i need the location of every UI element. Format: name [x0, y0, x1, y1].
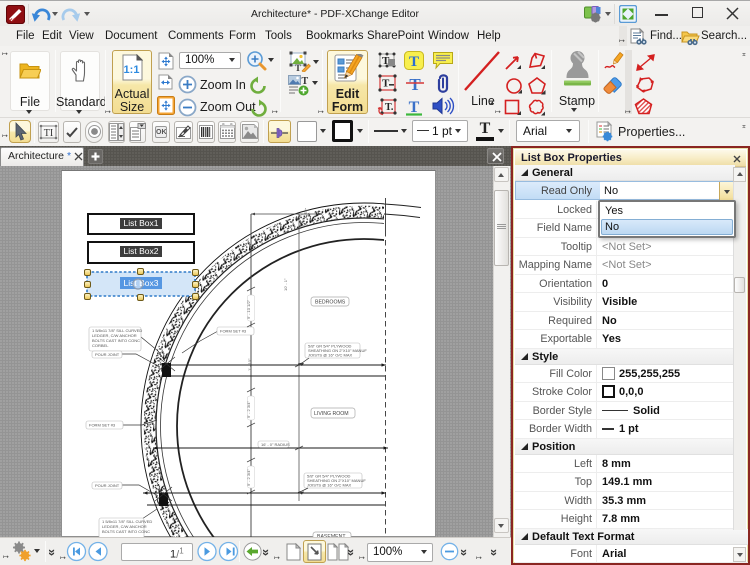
svg-text:10' - 1": 10' - 1" [283, 278, 288, 291]
svg-text:LIVING ROOM: LIVING ROOM [314, 411, 349, 417]
svg-text:T: T [382, 78, 390, 90]
svg-text:9' - 2 3/4": 9' - 2 3/4" [246, 469, 251, 486]
svg-text:1' - 10": 1' - 10" [247, 358, 252, 371]
svg-text:T: T [409, 54, 419, 70]
svg-text:POUR JOINT: POUR JOINT [95, 483, 120, 488]
svg-text:9' - 10 1/2": 9' - 10 1/2" [246, 299, 251, 319]
svg-text:BEDROOMS: BEDROOMS [315, 300, 346, 306]
svg-text:9' - 2 3/4": 9' - 2 3/4" [246, 401, 251, 418]
svg-text:FORM SET #3: FORM SET #3 [89, 423, 116, 428]
svg-text:POUR JOINT: POUR JOINT [95, 352, 120, 357]
svg-text:T: T [409, 75, 421, 93]
svg-text:16' - 0" RADIUS: 16' - 0" RADIUS [261, 442, 290, 447]
svg-text:1:1: 1:1 [124, 64, 140, 76]
svg-text:T.: T. [385, 102, 394, 113]
svg-text:CORBEL: CORBEL [92, 343, 109, 348]
svg-text:T: T [295, 63, 301, 72]
svg-text:BOLTS CAST INTO CONC: BOLTS CAST INTO CONC [102, 529, 150, 534]
svg-text:JOISTS @ 16" O/C MAX: JOISTS @ 16" O/C MAX [308, 353, 352, 358]
svg-text:T: T [302, 76, 309, 87]
svg-text:FORM SET #3: FORM SET #3 [220, 329, 247, 334]
svg-text:JOISTS @ 16" O/C MAX: JOISTS @ 16" O/C MAX [307, 483, 351, 488]
svg-text:TI: TI [44, 128, 53, 139]
